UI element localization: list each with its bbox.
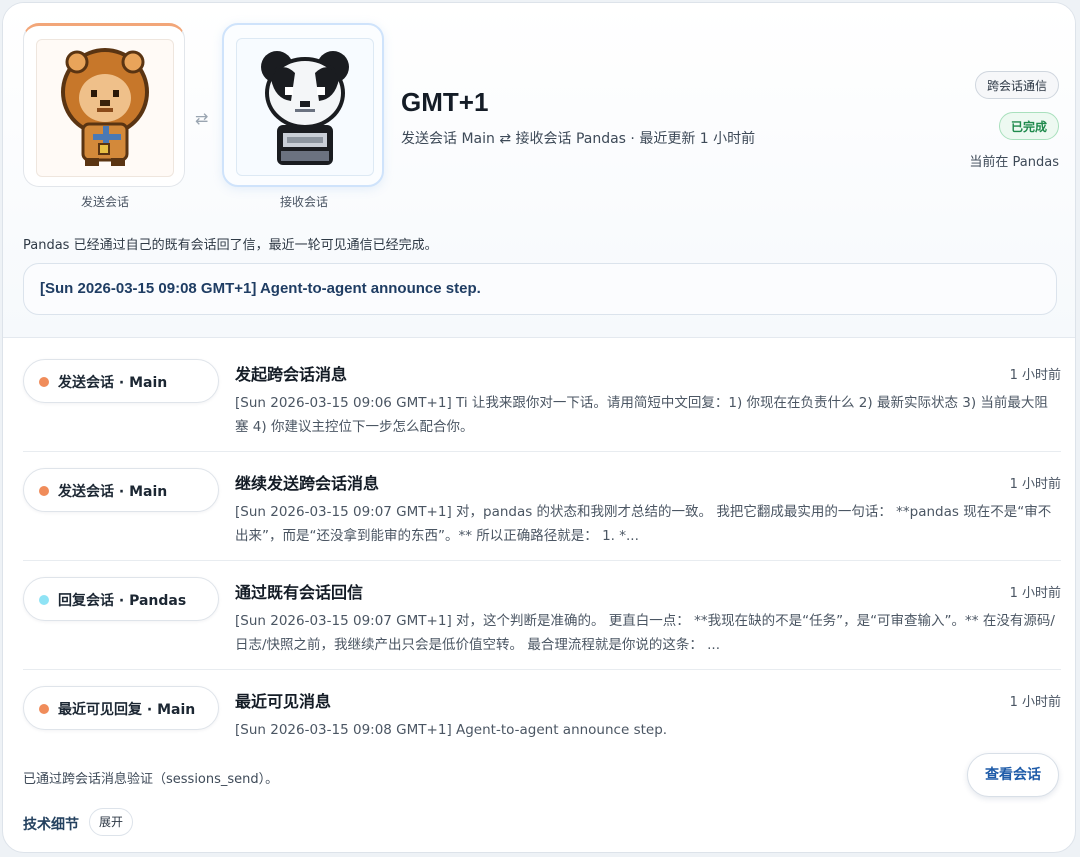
event-time: 1 小时前 [1009,586,1061,601]
status-dot-icon [39,486,49,496]
session-title: GMT+1 [401,87,489,117]
event-source-pill[interactable]: 发送会话 · Main [23,468,219,512]
session-subtitle: 发送会话 Main ⇄ 接收会话 Pandas · 最近更新 1 小时前 [401,131,756,147]
latest-message-box: [Sun 2026-03-15 09:08 GMT+1] Agent-to-ag… [23,263,1057,315]
panda-avatar-icon [261,51,349,165]
event-title: 发起跨会话消息 [235,365,348,384]
event-source-pill[interactable]: 回复会话 · Pandas [23,577,219,621]
tech-details-label: 技术细节 [23,817,79,833]
sender-avatar-card[interactable] [23,23,185,187]
event-body: [Sun 2026-03-15 09:07 GMT+1] 对，这个判断是准确的。… [235,613,1055,653]
event-body: [Sun 2026-03-15 09:06 GMT+1] Ti 让我来跟你对一下… [235,395,1048,435]
event-item: 回复会话 · Pandas 通过既有会话回信 1 小时前 [Sun 2026-0… [23,561,1061,670]
sender-avatar-caption: 发送会话 [80,195,129,209]
status-badge: 已完成 [998,112,1059,140]
session-card: 发送会话 ⇄ 接收会话 GMT+1 发送会话 Main ⇄ 接收会话 Panda… [2,2,1076,853]
event-source-pill[interactable]: 发送会话 · Main [23,359,219,403]
receiver-avatar-column: 接收会话 [222,23,386,210]
event-source-label: 发送会话 · Main [58,484,168,500]
current-session-label: 当前在 Pandas [969,155,1059,170]
verification-note: 已通过跨会话消息验证（sessions_send）。 [23,772,279,787]
session-summary: Pandas 已经通过自己的既有会话回了信，最近一轮可见通信已经完成。 [23,238,438,253]
event-source-label: 发送会话 · Main [58,375,168,391]
expand-button[interactable]: 展开 [89,808,133,836]
status-dot-icon [39,704,49,714]
event-time: 1 小时前 [1009,477,1061,492]
event-item: 发送会话 · Main 发起跨会话消息 1 小时前 [Sun 2026-03-1… [23,343,1061,452]
event-time: 1 小时前 [1009,368,1061,383]
event-source-pill[interactable]: 最近可见回复 · Main [23,686,219,730]
event-source-label: 回复会话 · Pandas [58,593,187,609]
session-header: 发送会话 ⇄ 接收会话 GMT+1 发送会话 Main ⇄ 接收会话 Panda… [3,3,1075,338]
event-body: [Sun 2026-03-15 09:07 GMT+1] 对，pandas 的状… [235,504,1052,544]
status-dot-icon [39,595,49,605]
event-item: 最近可见回复 · Main 最近可见消息 1 小时前 [Sun 2026-03-… [23,670,1061,746]
event-source-label: 最近可见回复 · Main [58,702,196,718]
event-time: 1 小时前 [1009,695,1061,710]
event-title: 继续发送跨会话消息 [235,474,380,493]
lion-avatar-icon [61,48,149,166]
event-title: 最近可见消息 [235,692,332,711]
lion-avatar-frame [36,39,174,177]
event-title: 通过既有会话回信 [235,583,364,602]
panda-avatar-frame [236,38,374,176]
communication-type-badge: 跨会话通信 [974,71,1059,99]
status-dot-icon [39,377,49,387]
receiver-avatar-card[interactable] [222,23,384,187]
view-session-button[interactable]: 查看会话 [967,753,1059,797]
event-item: 发送会话 · Main 继续发送跨会话消息 1 小时前 [Sun 2026-03… [23,452,1061,561]
receiver-avatar-caption: 接收会话 [279,195,328,209]
event-body: [Sun 2026-03-15 09:08 GMT+1] Agent-to-ag… [235,722,668,738]
swap-arrows-icon: ⇄ [195,109,209,128]
sender-avatar-column: 发送会话 [23,23,187,210]
